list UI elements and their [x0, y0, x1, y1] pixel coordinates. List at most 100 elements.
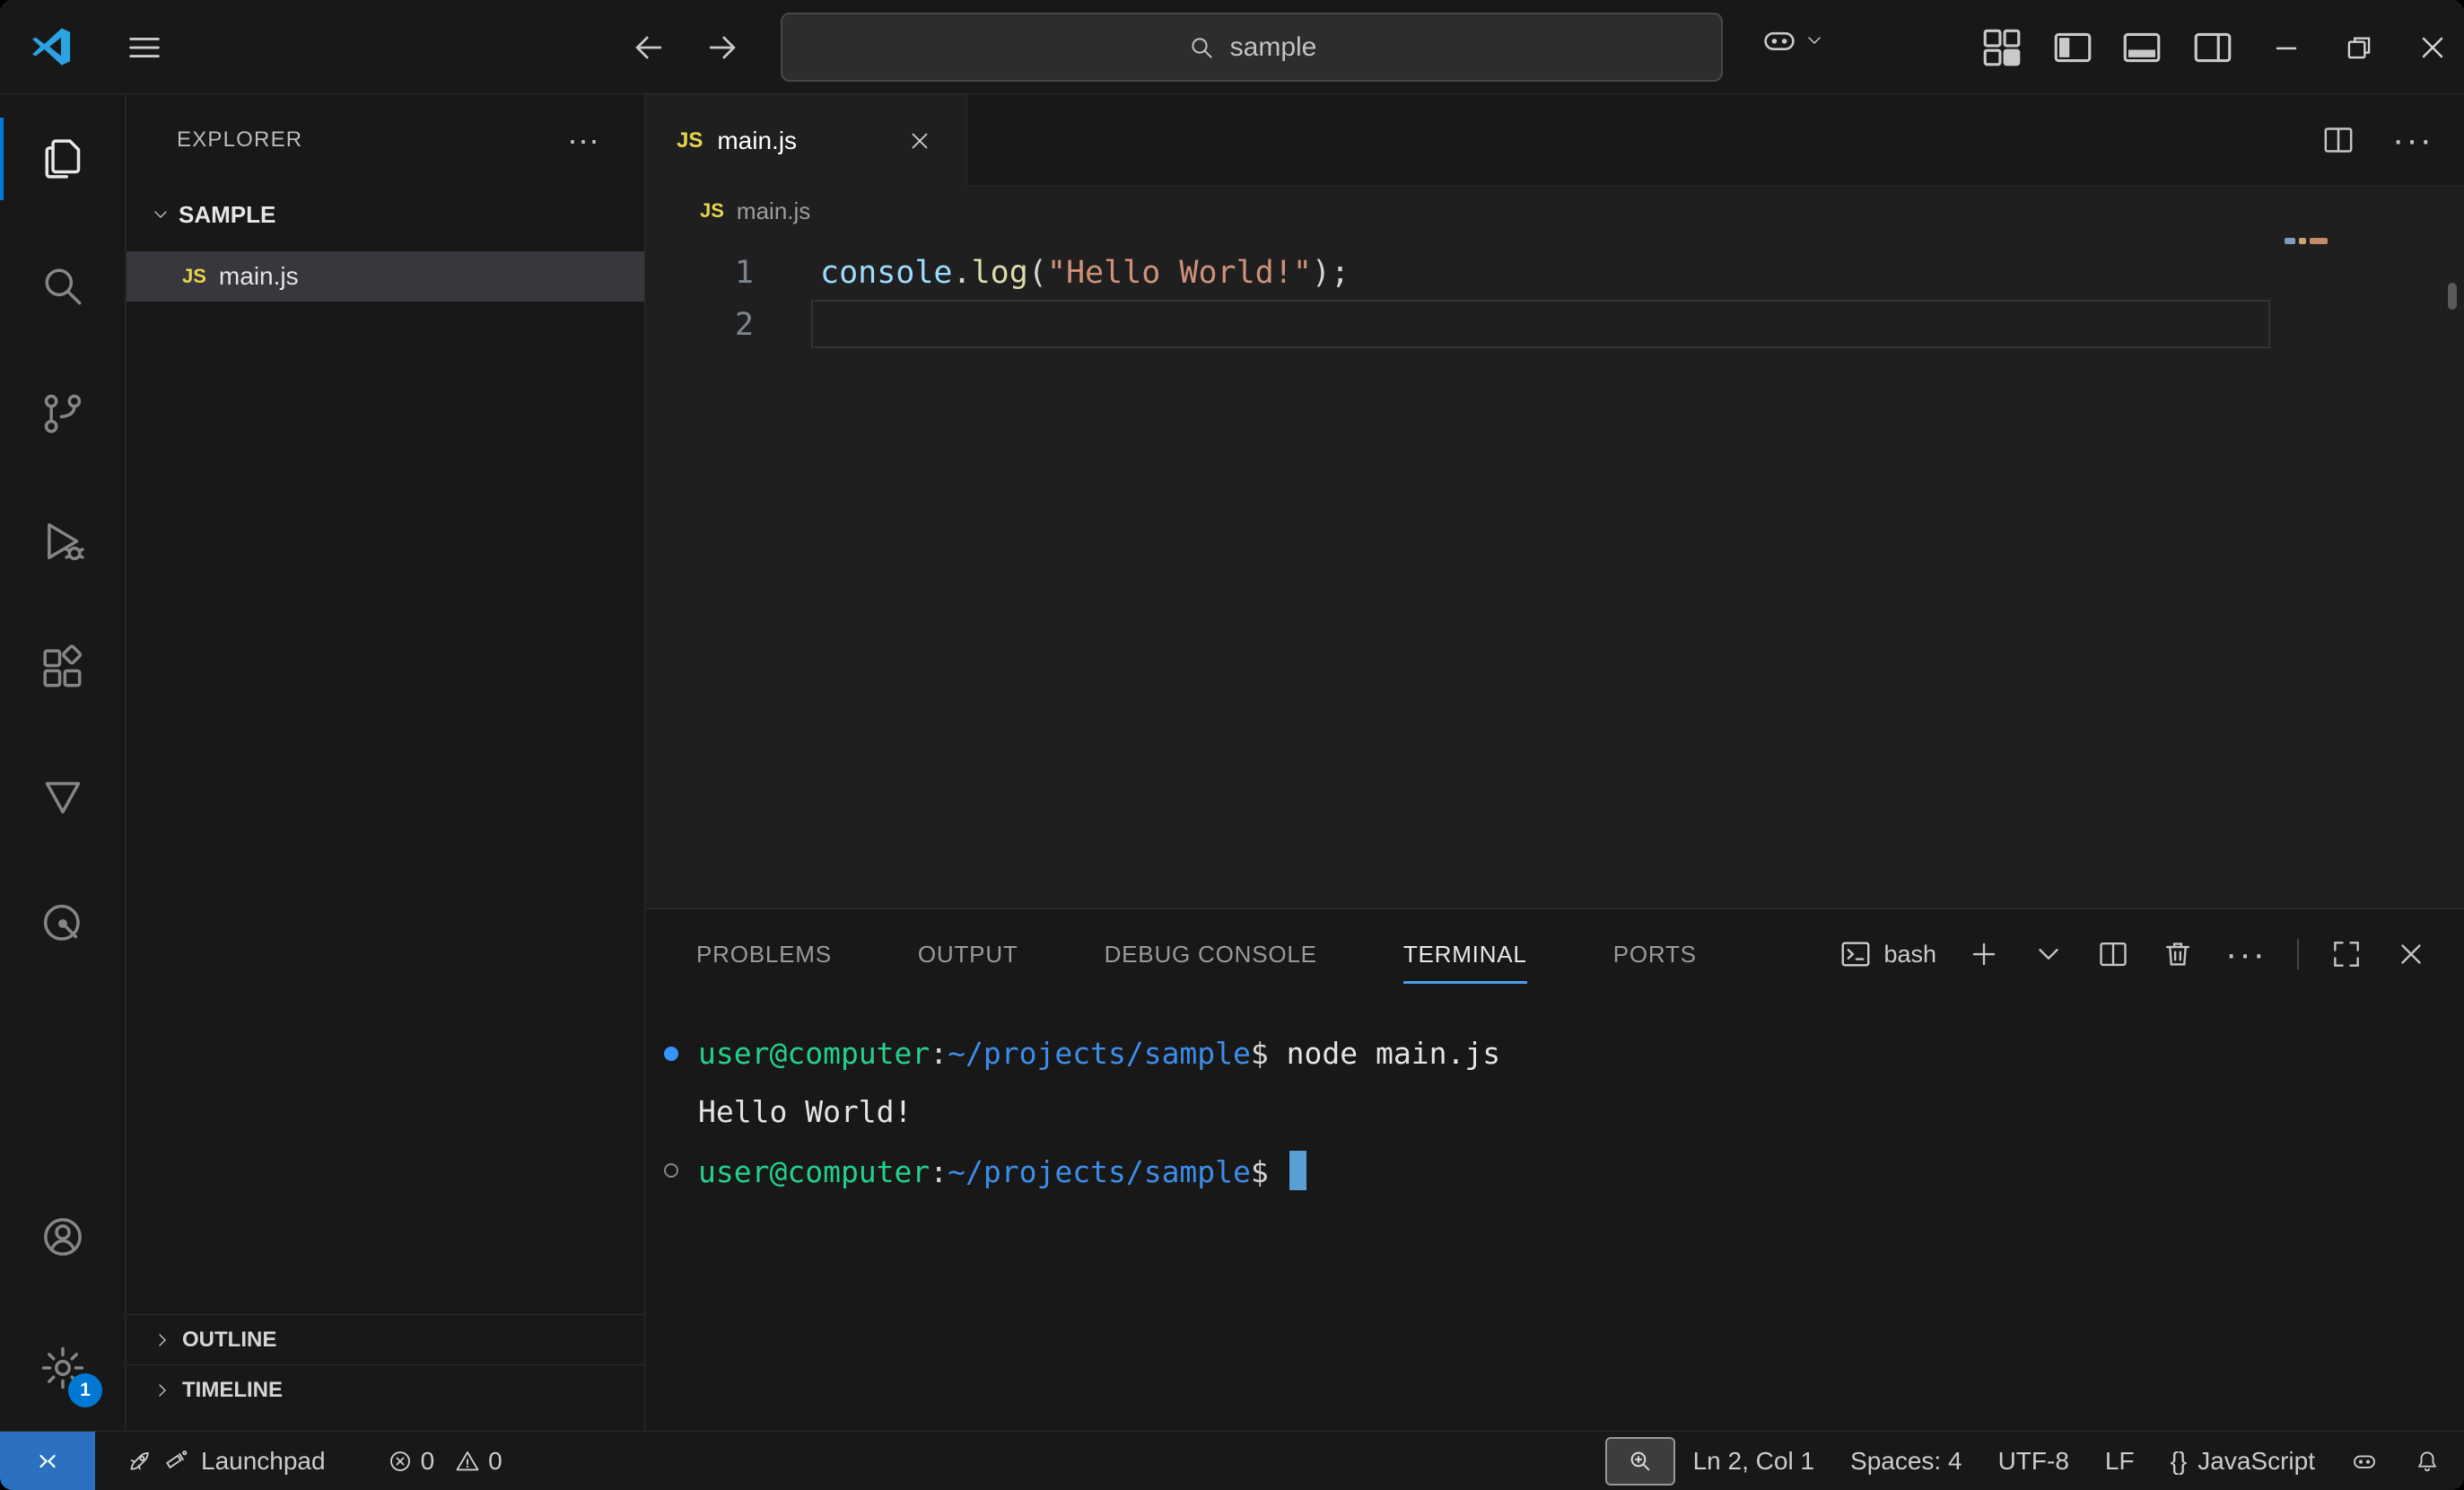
status-encoding[interactable]: UTF-8 — [1980, 1432, 2087, 1490]
settings-gear-button[interactable]: 1 — [0, 1318, 126, 1418]
terminal-icon — [1839, 937, 1873, 971]
more-actions-icon[interactable]: ··· — [555, 131, 612, 149]
account-icon — [38, 1212, 88, 1262]
errors-icon — [387, 1448, 414, 1475]
terminal-line[interactable]: user@computer:~/projects/sample$ node ma… — [646, 1024, 2464, 1082]
go-forward-button[interactable] — [702, 27, 743, 68]
braces-icon: {} — [2171, 1447, 2188, 1476]
extensions-icon — [38, 644, 88, 694]
outline-section-header[interactable]: OUTLINE — [127, 1314, 644, 1364]
copilot-status-button[interactable] — [2333, 1432, 2396, 1490]
remote-indicator[interactable] — [0, 1432, 95, 1490]
workspace-name: SAMPLE — [179, 201, 275, 229]
notifications-bell-button[interactable] — [2396, 1432, 2464, 1490]
editor-tab-bar: JS main.js ··· — [646, 94, 2464, 186]
search-view-icon — [38, 261, 88, 311]
warning-count: 0 — [488, 1447, 502, 1476]
tab-ports[interactable]: PORTS — [1613, 909, 1697, 999]
terminal-line[interactable]: Hello World! — [646, 1082, 2464, 1141]
tab-mainjs[interactable]: JS main.js — [646, 94, 967, 187]
status-eol[interactable]: LF — [2087, 1432, 2153, 1490]
status-language[interactable]: {} JavaScript — [2153, 1432, 2333, 1490]
activity-bar: 1 — [0, 94, 126, 1431]
terminal-output[interactable]: user@computer:~/projects/sample$ node ma… — [646, 1024, 2464, 1199]
activity-source-control[interactable] — [0, 364, 126, 464]
terminal-instance-bash[interactable]: bash — [1839, 937, 1936, 971]
tab-problems[interactable]: PROBLEMS — [696, 909, 832, 999]
menu-icon[interactable] — [124, 27, 165, 68]
vscode-window: sample — [0, 0, 2464, 1490]
workspace-section-header[interactable]: SAMPLE — [127, 188, 644, 241]
outline-label: OUTLINE — [182, 1328, 276, 1353]
minimap[interactable] — [2285, 238, 2335, 346]
timeline-label: TIMELINE — [182, 1378, 283, 1403]
accounts-button[interactable] — [0, 1187, 126, 1287]
customize-layout-button[interactable] — [1979, 25, 2024, 70]
command-decoration-pending[interactable] — [664, 1163, 678, 1178]
new-terminal-button[interactable] — [1967, 937, 2001, 971]
sidebar-title: EXPLORER — [177, 127, 302, 153]
activity-run-debug[interactable] — [0, 491, 126, 592]
restore-button[interactable] — [2337, 25, 2381, 70]
status-indentation[interactable]: Spaces: 4 — [1832, 1432, 1980, 1490]
vscode-logo — [27, 23, 74, 70]
tab-terminal[interactable]: TERMINAL — [1403, 909, 1527, 999]
status-launchpad[interactable]: Launchpad — [108, 1432, 344, 1490]
code-line[interactable]: 1console.log("Hello World!"); — [646, 247, 2464, 299]
activity-extension-circle[interactable] — [0, 873, 126, 974]
panel-more-actions-button[interactable]: ··· — [2225, 946, 2267, 962]
command-center-search[interactable]: sample — [781, 13, 1723, 82]
kill-terminal-button[interactable] — [2161, 937, 2195, 971]
tab-output[interactable]: OUTPUT — [918, 909, 1018, 999]
terminal-line[interactable]: user@computer:~/projects/sample$ — [646, 1141, 2464, 1199]
launchpad-label: Launchpad — [201, 1447, 326, 1476]
settings-badge: 1 — [68, 1373, 102, 1407]
code-area[interactable]: 1console.log("Hello World!"); 2 — [646, 247, 2464, 351]
zoom-indicator[interactable] — [1605, 1437, 1675, 1486]
toggle-panel-button[interactable] — [2119, 25, 2164, 70]
status-problems[interactable]: 0 0 — [369, 1432, 520, 1490]
status-cursor-position[interactable]: Ln 2, Col 1 — [1675, 1432, 1832, 1490]
js-file-icon: JS — [700, 199, 724, 223]
maximize-panel-button[interactable] — [2329, 937, 2364, 971]
tab-label: main.js — [717, 127, 797, 155]
split-terminal-button[interactable] — [2096, 937, 2130, 971]
code-line[interactable]: 2 — [646, 299, 2464, 351]
minimize-button[interactable] — [2264, 25, 2309, 70]
telescope-icon — [163, 1448, 190, 1475]
line-number: 2 — [646, 307, 781, 343]
scrollbar-thumb[interactable] — [2448, 283, 2457, 310]
timeline-section-header[interactable]: TIMELINE — [127, 1364, 644, 1415]
copilot-button[interactable] — [1761, 22, 1825, 59]
activity-explorer[interactable] — [0, 109, 126, 209]
bottom-panel: PROBLEMS OUTPUT DEBUG CONSOLE TERMINAL P… — [646, 908, 2464, 1431]
terminal-cursor — [1289, 1151, 1306, 1190]
activity-search[interactable] — [0, 236, 126, 337]
js-file-icon: JS — [182, 265, 206, 288]
breadcrumb[interactable]: JS main.js — [700, 186, 810, 236]
search-icon — [1187, 33, 1216, 62]
toggle-primary-sidebar-button[interactable] — [2050, 25, 2095, 70]
activity-extensions[interactable] — [0, 618, 126, 719]
chevron-down-icon — [150, 204, 171, 225]
toggle-secondary-sidebar-button[interactable] — [2190, 25, 2235, 70]
file-item-mainjs[interactable]: JS main.js — [127, 251, 644, 302]
panel-actions: bash ··· — [1839, 909, 2428, 999]
close-tab-icon[interactable] — [904, 125, 936, 157]
terminal-dropdown-button[interactable] — [2031, 937, 2066, 971]
command-decoration-success[interactable] — [664, 1047, 678, 1061]
split-editor-button[interactable] — [2320, 122, 2356, 158]
chevron-right-icon — [152, 1380, 173, 1401]
tab-debug-console[interactable]: DEBUG CONSOLE — [1105, 909, 1317, 999]
activity-extension-triangle[interactable] — [0, 746, 126, 846]
close-panel-button[interactable] — [2394, 937, 2428, 971]
status-bar: Launchpad 0 0 Ln 2, Col 1 Spaces: 4 UTF-… — [0, 1431, 2464, 1490]
editor-more-actions-button[interactable]: ··· — [2392, 132, 2433, 148]
separator — [2297, 939, 2299, 969]
extension-circle-icon — [38, 898, 88, 949]
bell-icon — [2414, 1448, 2441, 1475]
panel-tab-bar: PROBLEMS OUTPUT DEBUG CONSOLE TERMINAL P… — [696, 909, 1697, 999]
chevron-down-icon — [1804, 30, 1825, 51]
close-button[interactable] — [2410, 25, 2455, 70]
go-back-button[interactable] — [628, 27, 669, 68]
